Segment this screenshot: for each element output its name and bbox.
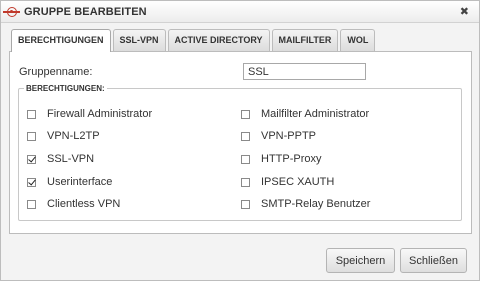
checkbox[interactable]	[241, 199, 250, 209]
close-icon[interactable]: ✖	[460, 5, 469, 18]
checkbox-label: VPN-PPTP	[261, 130, 317, 142]
tab-wol[interactable]: WOL	[340, 29, 376, 51]
tab-bar: BERECHTIGUNGEN SSL-VPN ACTIVE DIRECTORY …	[11, 29, 377, 52]
checkbox[interactable]	[27, 199, 36, 209]
tab-active-directory[interactable]: ACTIVE DIRECTORY	[167, 29, 270, 51]
checkbox[interactable]	[241, 131, 250, 141]
checkbox-label: HTTP-Proxy	[261, 153, 322, 165]
permissions-legend: BERECHTIGUNGEN:	[26, 84, 105, 93]
permissions-fieldset: BERECHTIGUNGEN: Firewall Administrator M…	[18, 84, 462, 221]
permission-userinterface[interactable]: Userinterface	[27, 175, 112, 189]
checkbox[interactable]	[241, 177, 250, 187]
dialog-titlebar: GRUPPE BEARBEITEN ✖	[1, 1, 479, 23]
checkbox-label: Userinterface	[47, 176, 113, 188]
tab-berechtigungen[interactable]: BERECHTIGUNGEN	[11, 29, 111, 52]
permissions-panel: Gruppenname: BERECHTIGUNGEN: Firewall Ad…	[9, 51, 472, 234]
permission-vpn-pptp[interactable]: VPN-PPTP	[241, 129, 316, 143]
close-button[interactable]: Schließen	[400, 248, 467, 273]
permission-ipsec-xauth[interactable]: IPSEC XAUTH	[241, 175, 334, 189]
checkbox[interactable]	[27, 131, 36, 141]
tab-ssl-vpn[interactable]: SSL-VPN	[112, 29, 166, 51]
checkbox-label: Firewall Administrator	[47, 108, 153, 120]
checkbox[interactable]	[27, 177, 36, 187]
permission-mailfilter-administrator[interactable]: Mailfilter Administrator	[241, 107, 369, 121]
checkbox[interactable]	[241, 109, 250, 119]
group-name-label: Gruppenname:	[19, 66, 93, 78]
group-name-input[interactable]	[243, 63, 366, 80]
checkbox[interactable]	[27, 109, 36, 119]
checkbox[interactable]	[241, 154, 250, 164]
permission-vpn-l2tp[interactable]: VPN-L2TP	[27, 129, 100, 143]
logo-icon	[3, 7, 20, 17]
permission-clientless-vpn[interactable]: Clientless VPN	[27, 197, 120, 211]
edit-group-dialog: GRUPPE BEARBEITEN ✖ BERECHTIGUNGEN SSL-V…	[0, 0, 480, 281]
checkbox[interactable]	[27, 154, 36, 164]
checkbox-label: IPSEC XAUTH	[261, 176, 335, 188]
checkbox-label: VPN-L2TP	[47, 130, 100, 142]
permission-smtp-relay-benutzer[interactable]: SMTP-Relay Benutzer	[241, 197, 370, 211]
permission-ssl-vpn[interactable]: SSL-VPN	[27, 152, 94, 166]
checkbox-label: Mailfilter Administrator	[261, 108, 370, 120]
permission-firewall-administrator[interactable]: Firewall Administrator	[27, 107, 152, 121]
checkbox-label: SSL-VPN	[47, 153, 95, 165]
checkbox-label: SMTP-Relay Benutzer	[261, 198, 371, 210]
permission-http-proxy[interactable]: HTTP-Proxy	[241, 152, 322, 166]
tab-mailfilter[interactable]: MAILFILTER	[271, 29, 339, 51]
dialog-title: GRUPPE BEARBEITEN	[24, 6, 147, 18]
checkbox-label: Clientless VPN	[47, 198, 121, 210]
save-button[interactable]: Speichern	[326, 248, 395, 273]
